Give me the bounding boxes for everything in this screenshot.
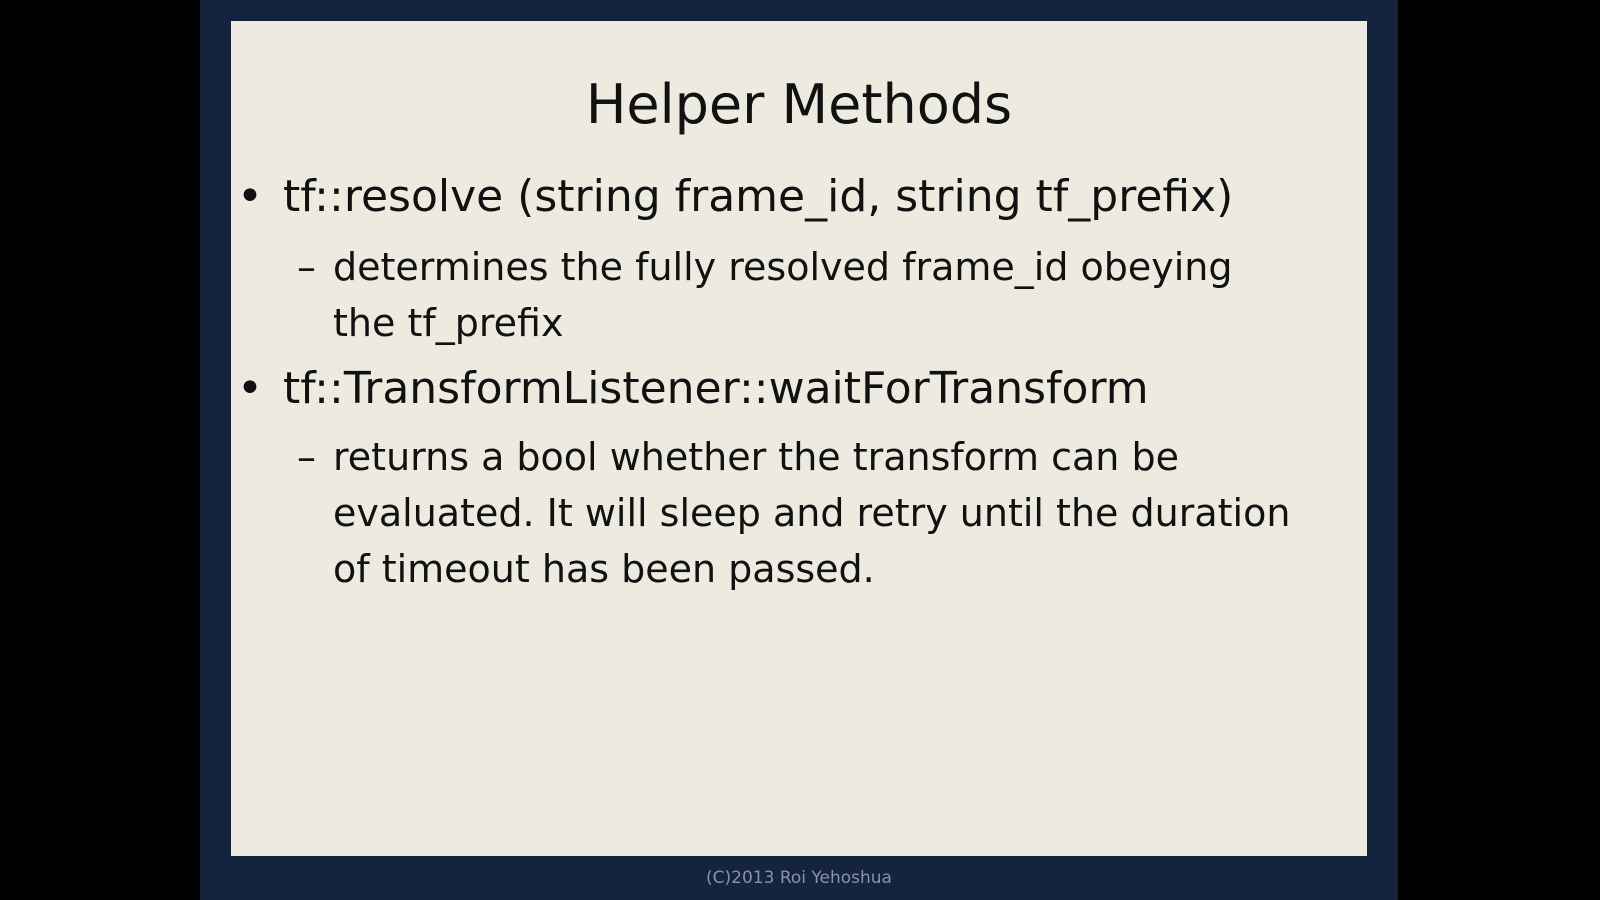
slide-footer: (C)2013 Roi Yehoshua [706, 868, 892, 888]
bullet-marker: • [237, 363, 263, 414]
bullet-item-wait-for-transform: tf::TransformListener::waitForTransform [283, 363, 1149, 414]
bullet-item-resolve: tf::resolve (string frame_id, string tf_… [283, 171, 1234, 222]
sub-bullet-marker: – [297, 245, 316, 289]
bullet-marker: • [237, 171, 263, 222]
sub-bullet-marker: – [297, 435, 316, 479]
sub-bullet-resolve-description: determines the fully resolved frame_id o… [333, 245, 1233, 345]
slide-title: Helper Methods [585, 73, 1013, 136]
sub-bullet-wait-description: returns a bool whether the transform can… [333, 435, 1291, 591]
slide-content-area: Helper Methods • tf::resolve (string fra… [231, 21, 1367, 856]
presentation-viewer: Helper Methods • tf::resolve (string fra… [0, 0, 1600, 900]
